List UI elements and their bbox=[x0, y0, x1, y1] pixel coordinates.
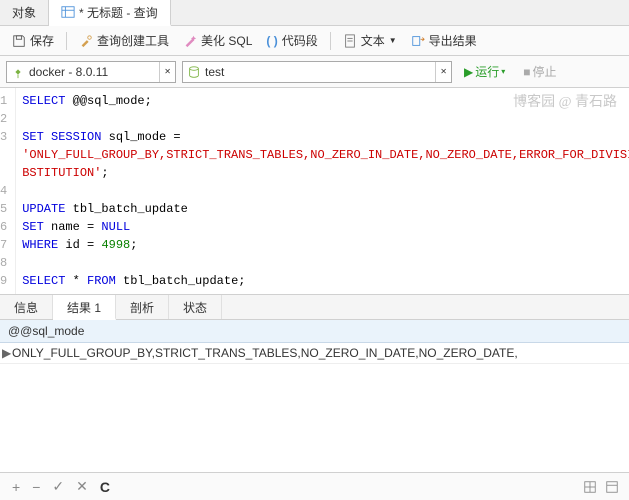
footer-bar: + − ✓ ✕ C bbox=[0, 472, 629, 500]
sql-editor[interactable]: 博客园 @ 青石路 123456789 SELECT @@sql_mode;SE… bbox=[0, 88, 629, 294]
stop-label: 停止 bbox=[533, 63, 557, 80]
stop-button: ■ 停止 bbox=[517, 63, 562, 80]
result-grid[interactable]: @@sql_mode ▶ONLY_FULL_GROUP_BY,STRICT_TR… bbox=[0, 320, 629, 472]
grid-column-header[interactable]: @@sql_mode bbox=[0, 320, 629, 343]
save-label: 保存 bbox=[30, 32, 54, 49]
apply-button[interactable]: ✓ bbox=[46, 476, 70, 497]
tab-info[interactable]: 信息 bbox=[0, 295, 53, 319]
tab-query-label: * 无标题 - 查询 bbox=[79, 4, 158, 21]
play-icon: ▶ bbox=[464, 65, 473, 79]
top-tab-strip: 对象 * 无标题 - 查询 bbox=[0, 0, 629, 26]
add-row-button[interactable]: + bbox=[6, 477, 26, 497]
grid-row[interactable]: ▶ONLY_FULL_GROUP_BY,STRICT_TRANS_TABLES,… bbox=[0, 343, 629, 364]
run-button[interactable]: ▶ 运行 ▾ bbox=[458, 63, 511, 80]
database-value: test bbox=[205, 65, 431, 79]
tab-query[interactable]: * 无标题 - 查询 bbox=[49, 0, 171, 26]
plug-icon bbox=[11, 65, 25, 79]
save-button[interactable]: 保存 bbox=[6, 29, 60, 52]
toolbar: 保存 查询创建工具 美化 SQL ( ) 代码段 文本 ▼ 导出结果 bbox=[0, 26, 629, 56]
chevron-down-icon: ▾ bbox=[501, 67, 505, 76]
text-label: 文本 bbox=[361, 32, 385, 49]
export-button[interactable]: 导出结果 bbox=[405, 29, 483, 52]
export-label: 导出结果 bbox=[429, 32, 477, 49]
separator bbox=[66, 32, 67, 50]
row-marker-icon: ▶ bbox=[2, 346, 12, 360]
connection-bar: docker - 8.0.11 ✕ test ✕ ▶ 运行 ▾ ■ 停止 bbox=[0, 56, 629, 88]
query-builder-label: 查询创建工具 bbox=[97, 32, 169, 49]
export-icon bbox=[411, 34, 425, 48]
tools-icon bbox=[79, 34, 93, 48]
cancel-button[interactable]: ✕ bbox=[70, 476, 94, 497]
stop-icon: ■ bbox=[523, 65, 530, 79]
query-icon bbox=[61, 5, 75, 19]
chevron-down-icon: ✕ bbox=[435, 62, 447, 82]
connection-select[interactable]: docker - 8.0.11 ✕ bbox=[6, 61, 176, 83]
tab-profile[interactable]: 剖析 bbox=[116, 295, 169, 319]
chevron-down-icon: ▼ bbox=[389, 36, 397, 45]
line-gutter: 123456789 bbox=[0, 88, 16, 294]
chevron-down-icon: ✕ bbox=[159, 62, 171, 82]
beautify-label: 美化 SQL bbox=[201, 32, 252, 49]
tab-result[interactable]: 结果 1 bbox=[53, 295, 116, 320]
snippet-button[interactable]: ( ) 代码段 bbox=[260, 29, 323, 52]
code-area[interactable]: SELECT @@sql_mode;SET SESSION sql_mode =… bbox=[16, 88, 629, 294]
query-builder-button[interactable]: 查询创建工具 bbox=[73, 29, 175, 52]
wand-icon bbox=[183, 34, 197, 48]
database-select[interactable]: test ✕ bbox=[182, 61, 452, 83]
refresh-button[interactable]: C bbox=[94, 477, 116, 497]
database-icon bbox=[187, 65, 201, 79]
tab-objects-label: 对象 bbox=[12, 4, 36, 21]
remove-row-button[interactable]: − bbox=[26, 477, 46, 497]
beautify-button[interactable]: 美化 SQL bbox=[177, 29, 258, 52]
run-label: 运行 bbox=[475, 63, 499, 80]
separator bbox=[330, 32, 331, 50]
connection-value: docker - 8.0.11 bbox=[29, 65, 155, 79]
braces-icon: ( ) bbox=[266, 34, 277, 48]
tab-status[interactable]: 状态 bbox=[169, 295, 222, 319]
grid-view-icon[interactable] bbox=[583, 480, 597, 494]
tab-objects[interactable]: 对象 bbox=[0, 0, 49, 25]
cell-value: ONLY_FULL_GROUP_BY,STRICT_TRANS_TABLES,N… bbox=[12, 346, 518, 360]
form-view-icon[interactable] bbox=[605, 480, 619, 494]
save-icon bbox=[12, 34, 26, 48]
document-icon bbox=[343, 34, 357, 48]
snippet-label: 代码段 bbox=[282, 32, 318, 49]
text-button[interactable]: 文本 ▼ bbox=[337, 29, 403, 52]
result-tab-strip: 信息 结果 1 剖析 状态 bbox=[0, 294, 629, 320]
